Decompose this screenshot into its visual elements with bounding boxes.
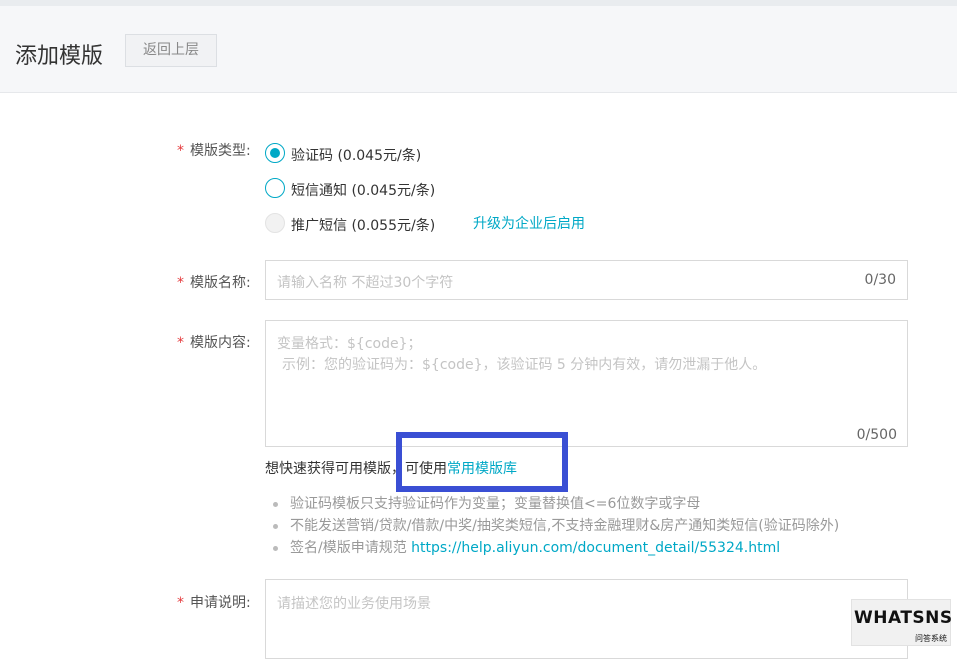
watermark-sub: 问答系统 [915,634,947,643]
template-name-placeholder: 请输入名称 不超过30个字符 [277,275,454,291]
application-desc-placeholder: 请描述您的业务使用场景 [277,596,431,612]
template-content-textarea[interactable]: 变量格式：${code}； 示例：您的验证码为：${code}，该验证码 5 分… [265,320,908,447]
required-marker: * [177,143,184,159]
template-content-counter: 0/500 [856,427,897,443]
page-title: 添加模版 [15,44,104,69]
template-type-label: * 模版类型: [177,143,251,159]
list-item: 不能发送营销/贷款/借款/中奖/抽奖类短信,不支持金融理财&房产通知类短信(验证… [270,516,839,538]
radio-promo-sms [265,213,285,233]
highlight-box [396,432,568,492]
application-desc-textarea[interactable]: 请描述您的业务使用场景 [265,579,908,659]
radio-sms-notice[interactable] [265,178,285,198]
watermark-logo: WHATSNS 问答系统 [852,600,953,645]
template-name-counter: 0/30 [864,272,896,288]
list-item: 签名/模版申请规范 https://help.aliyun.com/docume… [270,538,839,560]
upgrade-enterprise-link[interactable]: 升级为企业后启用 [473,213,585,233]
radio-sms-notice-label: 短信通知 (0.045元/条) [291,183,436,199]
required-marker: * [177,335,184,351]
tips-list: 验证码模板只支持验证码作为变量；变量替换值<=6位数字或字母 不能发送营销/贷款… [270,494,839,560]
watermark-main: WHATSNS [854,608,953,628]
template-name-input[interactable]: 请输入名称 不超过30个字符 0/30 [265,260,908,300]
radio-promo-sms-label: 推广短信 (0.055元/条) [291,218,436,234]
application-desc-label: * 申请说明: [177,595,251,611]
back-button[interactable]: 返回上层 [125,34,217,67]
template-name-label: * 模版名称: [177,275,251,291]
page-header: 添加模版 返回上层 [0,6,957,93]
content-placeholder-line2: 示例：您的验证码为：${code}，该验证码 5 分钟内有效，请勿泄漏于他人。 [282,357,767,373]
required-marker: * [177,595,184,611]
spec-link[interactable]: https://help.aliyun.com/document_detail/… [411,540,780,556]
template-content-label: * 模版内容: [177,335,251,351]
radio-verify-code-label: 验证码 (0.045元/条) [291,148,422,164]
required-marker: * [177,275,184,291]
content-placeholder-line1: 变量格式：${code}； [277,336,422,352]
radio-verify-code[interactable] [265,143,285,163]
list-item: 验证码模板只支持验证码作为变量；变量替换值<=6位数字或字母 [270,494,839,516]
